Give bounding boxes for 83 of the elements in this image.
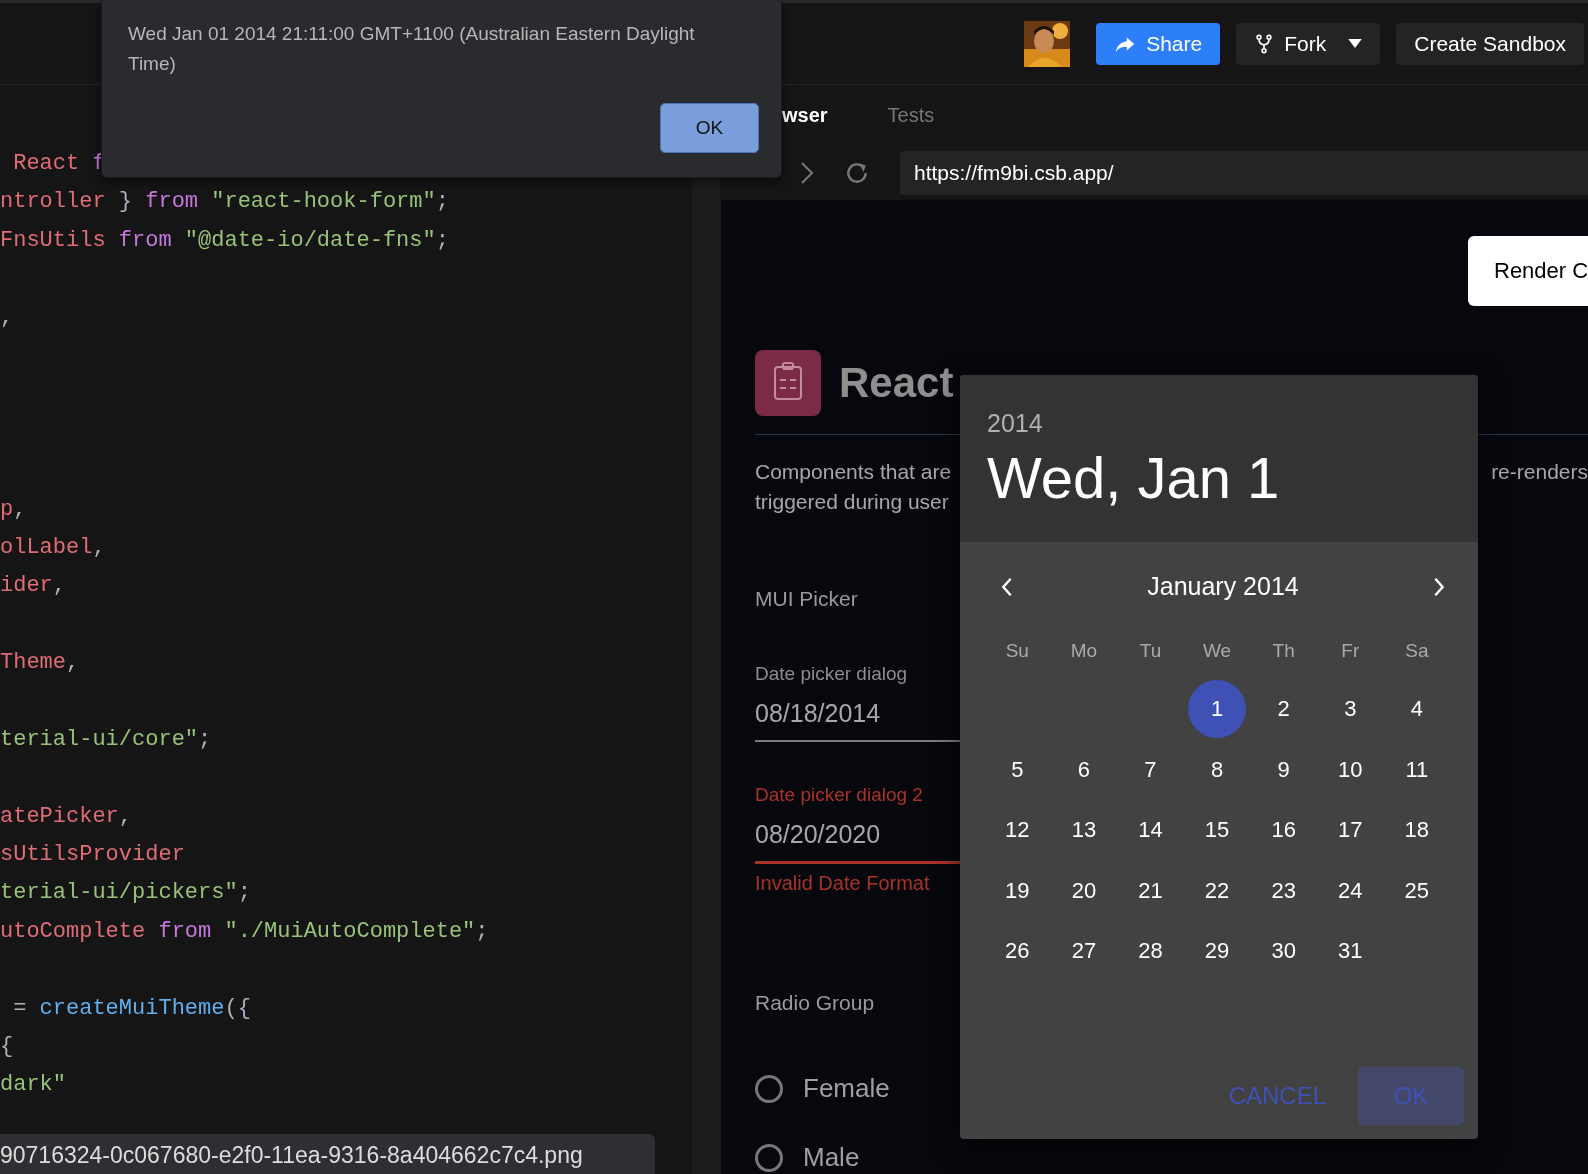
selected-date: Wed, Jan 1 [987,444,1280,511]
forward-icon[interactable] [800,160,814,185]
code-line: FnsUtils from "@date-io/date-fns"; [0,226,449,255]
calendar-day[interactable]: 8 [1188,740,1247,799]
code-line: ider, [0,572,66,601]
calendar-day[interactable]: 17 [1321,801,1380,860]
radio-label[interactable]: Male [803,1142,860,1173]
calendar-day[interactable]: 5 [988,740,1047,799]
calendar-day[interactable]: 31 [1321,922,1380,981]
radio-button[interactable] [755,1074,783,1103]
radio-button[interactable] [755,1143,783,1172]
weekday-label: Tu [1139,640,1162,662]
share-button[interactable]: Share [1096,22,1221,65]
calendar-day[interactable]: 19 [988,861,1047,920]
calendar-day[interactable]: 18 [1387,801,1446,860]
calendar-day[interactable]: 11 [1387,740,1446,799]
code-line: terial-ui/core"; [0,725,212,754]
calendar-day[interactable]: 21 [1121,861,1180,920]
calendar-day[interactable]: 23 [1254,861,1313,920]
calendar-day[interactable]: 1 [1188,680,1247,739]
create-sandbox-button[interactable]: Create Sandbox [1396,22,1584,65]
calendar-day[interactable]: 4 [1387,680,1446,739]
calendar-day[interactable]: 15 [1188,801,1247,860]
tab[interactable]: wser [782,103,828,127]
field-label: Date picker dialog [755,663,908,685]
calendar-day[interactable]: 3 [1321,680,1380,739]
alert-message: Wed Jan 01 2014 21:11:00 GMT+1100 (Australian Eastern Daylight Time) [128,22,696,76]
code-line: ntroller } from "react-hook-form"; [0,188,449,217]
code-line: , [0,303,14,332]
calendar-day[interactable]: 16 [1254,801,1313,860]
error-text: Invalid Date Format [755,872,930,895]
code-line: dark" [0,1071,66,1100]
month-title: January 2014 [1147,572,1299,601]
fork-icon [1254,32,1275,55]
calendar-day[interactable]: 2 [1254,680,1313,739]
url-field[interactable]: https://fm9bi.csb.app/ [900,150,1588,195]
code-line: = createMuiTheme({ [12,994,251,1023]
calendar-day[interactable]: 25 [1387,861,1446,920]
calendar-day[interactable]: 7 [1121,740,1180,799]
weekday-label: Su [1005,640,1029,662]
weekday-label: Sa [1405,640,1429,662]
code-line: { [0,1033,14,1061]
calendar-day[interactable]: 27 [1054,922,1113,981]
calendar-day[interactable]: 22 [1188,861,1247,920]
calendar-day[interactable]: 20 [1054,861,1113,920]
filename-tooltip: 90716324-0c067680-e2f0-11ea-9316-8a404662c7c4.png [0,1134,655,1174]
weekday-label: Th [1272,640,1295,662]
section-label: MUI Picker [755,587,858,611]
calendar-day[interactable]: 30 [1254,922,1313,981]
ok-button[interactable]: OK [660,103,759,153]
radio-label[interactable]: Female [803,1073,890,1104]
code-line: atePicker, [0,802,133,831]
field-label: Date picker dialog 2 [755,784,923,806]
render-button[interactable]: Render C [1468,236,1588,306]
calendar-day[interactable]: 9 [1254,740,1313,799]
year-text[interactable]: 2014 [987,409,1043,438]
section-label: Radio Group [755,991,875,1015]
calendar-day[interactable]: 13 [1054,801,1113,860]
calendar-day[interactable]: 29 [1188,922,1247,981]
caret-icon [1348,39,1363,48]
code-line: utoComplete from "./MuiAutoComplete"; [0,917,489,946]
calendar-day[interactable]: 26 [988,922,1047,981]
fork-button[interactable]: Fork [1236,22,1381,65]
weekday-label: We [1203,640,1232,662]
calendar-day[interactable]: 28 [1121,922,1180,981]
calendar-day[interactable]: 24 [1321,861,1380,920]
chevron-right-icon[interactable] [1432,575,1446,598]
code-line: Theme, [0,649,80,678]
code-line: olLabel, [0,533,106,562]
calendar-day[interactable]: 6 [1054,740,1113,799]
code-line: p, [0,495,27,524]
weekday-label: Fr [1341,640,1360,662]
clipboard-icon [755,350,821,416]
weekday-label: Mo [1070,640,1098,662]
page-title: React [839,359,954,407]
code-line: terial-ui/pickers"; [0,879,251,908]
tab[interactable]: Tests [887,103,935,127]
description-text: re-renders [1491,459,1588,485]
chevron-left-icon[interactable] [1000,575,1014,598]
code-line: sUtilsProvider [0,841,185,870]
calendar-day[interactable]: 14 [1121,801,1180,860]
calendar-day[interactable]: 10 [1321,740,1380,799]
description-text: Components that are triggered during user [755,459,952,515]
